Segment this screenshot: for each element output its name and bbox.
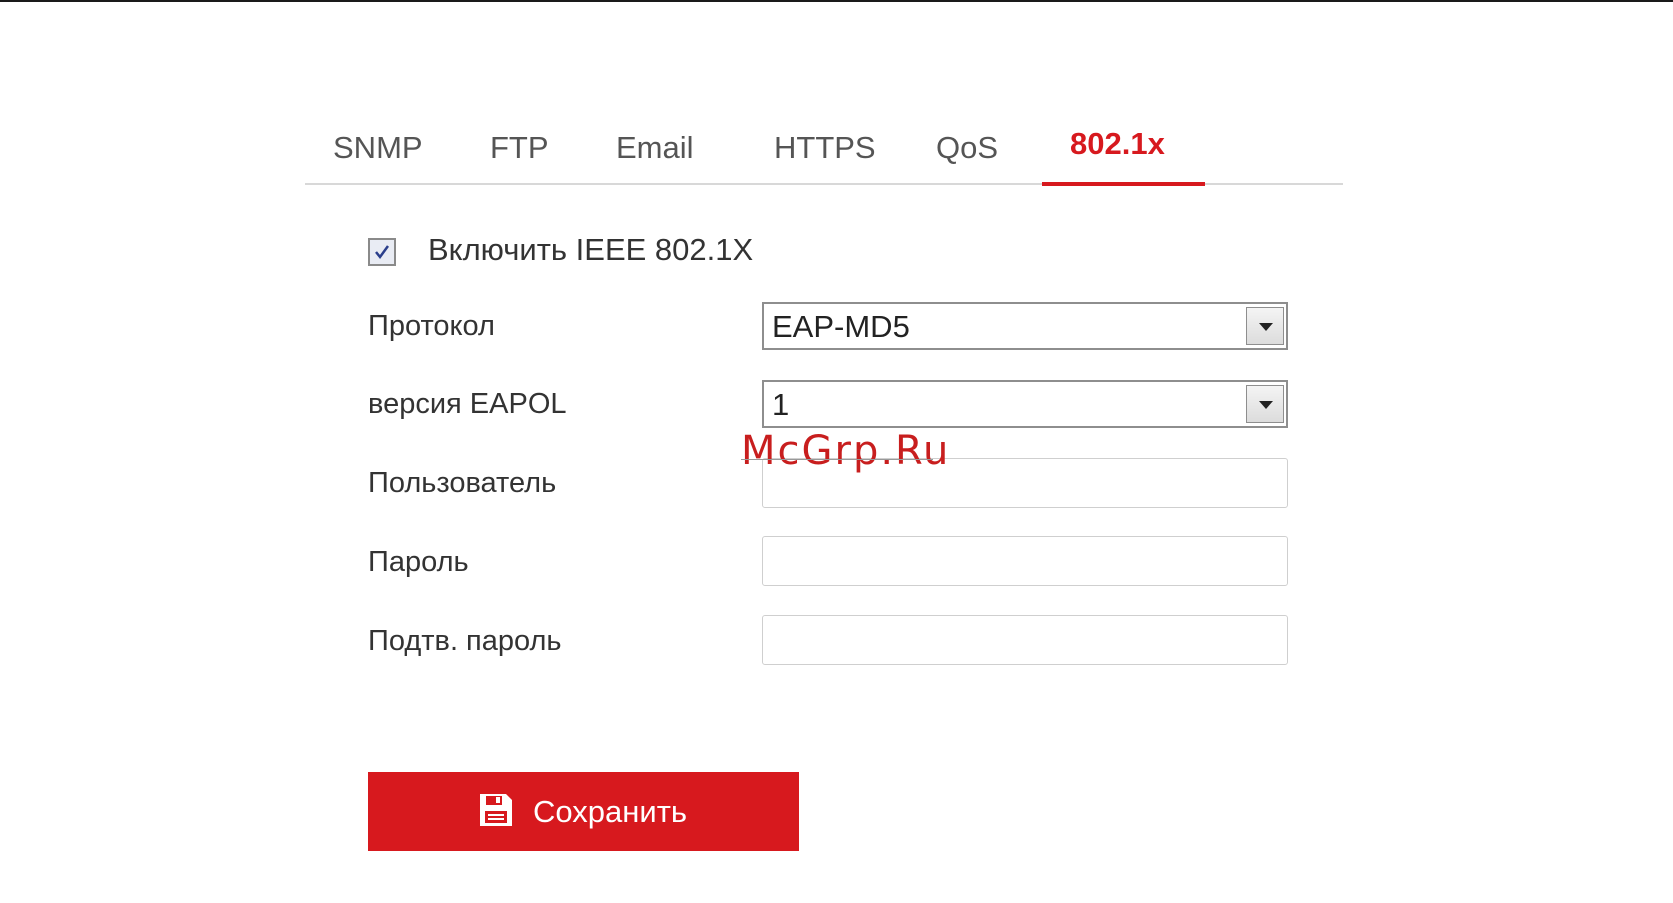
confirm-password-label: Подтв. пароль — [368, 625, 562, 657]
protocol-label: Протокол — [368, 310, 495, 342]
chevron-down-icon[interactable] — [1246, 307, 1284, 345]
save-button[interactable]: Сохранить — [368, 772, 799, 851]
save-icon — [480, 794, 512, 826]
watermark-line — [741, 459, 933, 460]
password-label: Пароль — [368, 546, 469, 578]
chevron-down-icon[interactable] — [1246, 385, 1284, 423]
page: SNMP FTP Email HTTPS QoS 802.1x Включить… — [0, 0, 1673, 903]
confirm-password-input[interactable] — [762, 615, 1288, 665]
save-button-label: Сохранить — [533, 794, 688, 829]
eapol-version-select[interactable]: 1 — [762, 380, 1288, 428]
tab-snmp[interactable]: SNMP — [333, 113, 423, 183]
protocol-value: EAP-MD5 — [772, 309, 910, 344]
protocol-select[interactable]: EAP-MD5 — [762, 302, 1288, 350]
user-label: Пользователь — [368, 467, 557, 499]
eapol-version-value: 1 — [772, 387, 790, 422]
password-input[interactable] — [762, 536, 1288, 586]
tab-ftp[interactable]: FTP — [490, 113, 549, 183]
tab-8021x[interactable]: 802.1x — [1070, 109, 1165, 179]
checkmark-icon — [375, 245, 390, 260]
top-border — [0, 0, 1673, 2]
watermark: McGrp.Ru — [741, 428, 951, 474]
enable-8021x-label[interactable]: Включить IEEE 802.1X — [428, 232, 753, 268]
active-tab-indicator — [1042, 182, 1205, 186]
eapol-version-label: версия EAPOL — [368, 388, 567, 420]
tab-https[interactable]: HTTPS — [774, 113, 876, 183]
tab-qos[interactable]: QoS — [936, 113, 998, 183]
tab-email[interactable]: Email — [616, 113, 694, 183]
enable-8021x-checkbox[interactable] — [368, 238, 396, 266]
tab-bar: SNMP FTP Email HTTPS QoS 802.1x — [305, 113, 1343, 186]
